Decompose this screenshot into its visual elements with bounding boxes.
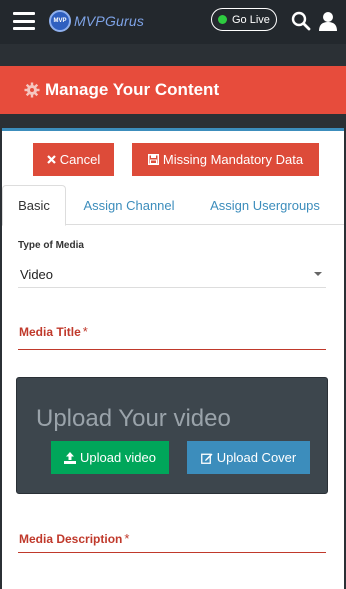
tab-basic[interactable]: Basic bbox=[2, 185, 66, 226]
tab-assign-usergroups[interactable]: Assign Usergroups bbox=[200, 185, 330, 225]
missing-label: Missing Mandatory Data bbox=[162, 152, 304, 167]
upload-icon bbox=[64, 451, 77, 464]
page-title: Manage Your Content bbox=[45, 80, 220, 99]
edit-icon bbox=[200, 453, 213, 464]
close-icon bbox=[46, 155, 56, 164]
go-live-label: Go Live bbox=[232, 13, 270, 26]
tab-bar: Basic Assign Channel Assign Usergroups bbox=[2, 185, 344, 226]
required-mark: * bbox=[124, 531, 130, 546]
media-title-label: Media Title * bbox=[19, 324, 88, 339]
search-icon[interactable] bbox=[291, 11, 311, 31]
upload-cover-label: Upload Cover bbox=[216, 450, 297, 465]
media-description-text: Media Description bbox=[19, 532, 123, 546]
chevron-down-icon bbox=[314, 272, 322, 276]
media-title-text: Media Title bbox=[19, 325, 81, 339]
page-header: Manage Your Content bbox=[0, 66, 346, 114]
cancel-button[interactable]: Cancel bbox=[33, 143, 114, 176]
top-navbar: MVP MVPGurus Go Live bbox=[0, 0, 346, 44]
user-icon[interactable] bbox=[318, 11, 338, 31]
type-of-media-label: Type of Media bbox=[18, 240, 84, 251]
upload-video-button[interactable]: Upload video bbox=[51, 441, 169, 474]
logo-badge: MVP bbox=[49, 10, 71, 32]
media-title-input[interactable] bbox=[18, 349, 326, 350]
brand-logo[interactable]: MVP MVPGurus bbox=[49, 10, 144, 32]
upload-headline: Upload Your video bbox=[36, 405, 231, 432]
content-card: Cancel Missing Mandatory Data Basic Assi… bbox=[2, 128, 344, 589]
type-of-media-value: Video bbox=[20, 267, 54, 282]
cancel-label: Cancel bbox=[59, 152, 101, 167]
upload-panel: Upload Your video Upload video Upload Co… bbox=[16, 377, 328, 494]
upload-cover-button[interactable]: Upload Cover bbox=[187, 441, 310, 474]
missing-mandatory-data-button[interactable]: Missing Mandatory Data bbox=[132, 143, 319, 176]
upload-video-label: Upload video bbox=[80, 450, 156, 465]
gear-icon bbox=[24, 82, 40, 98]
logo-text: MVPGurus bbox=[74, 13, 145, 29]
media-description-input[interactable] bbox=[18, 552, 326, 553]
live-dot-icon bbox=[218, 15, 227, 24]
type-of-media-select[interactable]: Video bbox=[18, 262, 326, 288]
required-mark: * bbox=[82, 324, 88, 339]
tab-assign-channel[interactable]: Assign Channel bbox=[74, 185, 184, 225]
save-icon bbox=[147, 154, 159, 165]
go-live-button[interactable]: Go Live bbox=[211, 8, 277, 31]
media-description-label: Media Description * bbox=[19, 531, 129, 546]
hamburger-icon[interactable] bbox=[13, 12, 35, 30]
